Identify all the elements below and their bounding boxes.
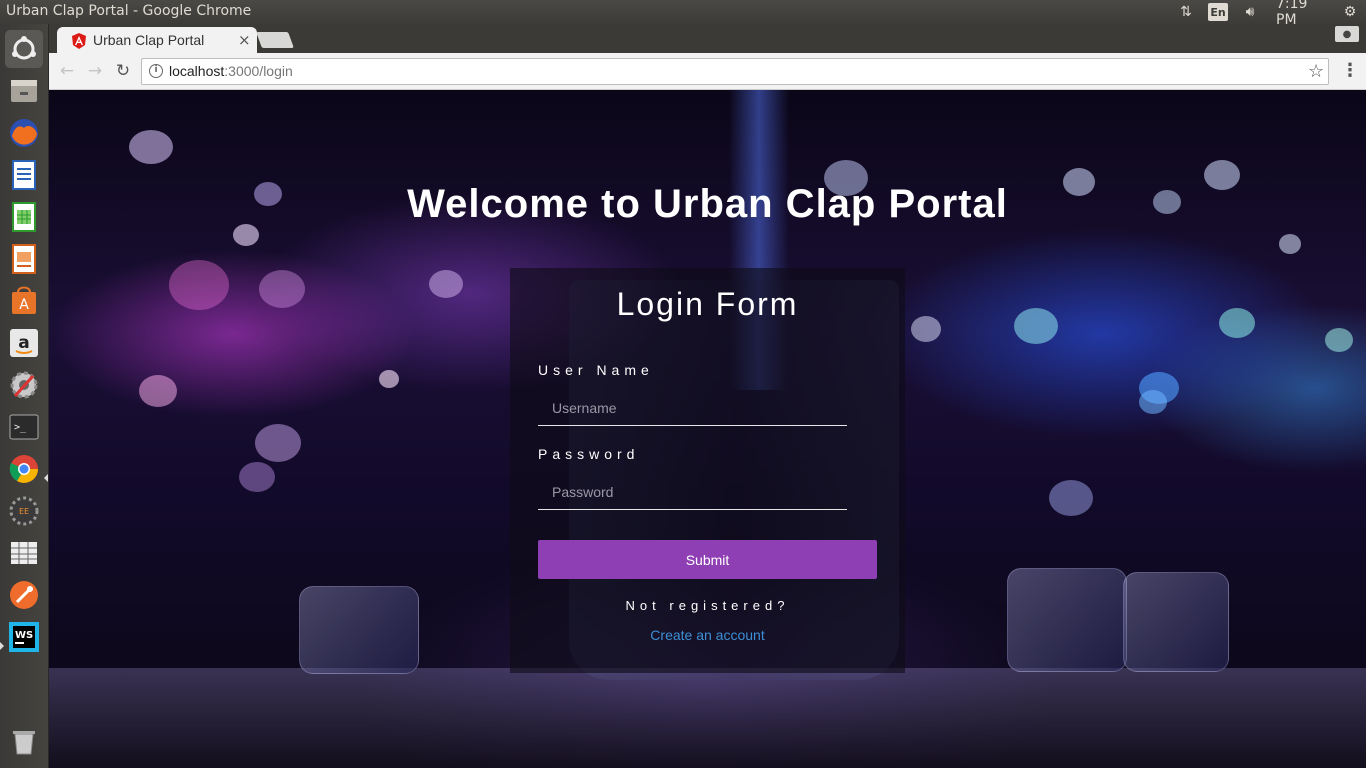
files-icon[interactable] [5,72,43,110]
bokeh-light [239,462,275,492]
bokeh-light [1049,480,1093,516]
bokeh-light [259,270,305,308]
ice-cube [1007,568,1127,672]
page-title: Welcome to Urban Clap Portal [407,182,1008,226]
software-center-icon[interactable]: A [5,282,43,320]
system-settings-icon[interactable] [5,366,43,404]
eclipse-java-ee-icon[interactable]: EE [5,492,43,530]
libreoffice-writer-icon[interactable] [5,156,43,194]
svg-text:EE: EE [19,507,29,516]
password-label: Password [538,446,640,462]
postman-icon[interactable] [5,576,43,614]
bokeh-light [379,370,399,388]
bokeh-light [429,270,463,298]
site-info-icon[interactable]: i [149,64,163,78]
address-bar[interactable]: i localhost:3000/login ☆ [141,58,1329,85]
bokeh-light [255,424,301,462]
window-title: Urban Clap Portal - Google Chrome [6,3,252,19]
svg-text:WS: WS [15,630,33,641]
url-text[interactable]: localhost:3000/login [169,63,293,79]
svg-text:>_: >_ [14,422,27,433]
url-path: :3000/login [224,63,293,79]
tab-strip: Urban Clap Portal × ● [49,24,1366,54]
form-title: Login Form [616,286,799,322]
login-form: Login Form User Name Password Submit Not… [510,268,905,673]
network-icon[interactable]: ⇅ [1176,3,1196,21]
profile-icon[interactable]: ● [1335,26,1359,42]
keyboard-language-icon[interactable]: En [1208,3,1228,21]
running-indicator [0,642,4,650]
bookmark-star-icon[interactable]: ☆ [1308,61,1324,82]
submit-button[interactable]: Submit [538,540,877,579]
browser-window: Urban Clap Portal × ● ← → ↻ i localhost:… [49,24,1366,90]
clock[interactable]: 7:19 PM [1276,0,1332,28]
top-panel: Urban Clap Portal - Google Chrome ⇅ En 🔊… [0,0,1366,28]
username-input[interactable] [538,390,847,426]
active-window-indicator [44,474,48,482]
libreoffice-calc-icon[interactable] [5,198,43,236]
bokeh-light [911,316,941,342]
ice-cube [1123,572,1229,672]
not-registered-text: Not registered? [625,598,790,613]
amazon-icon[interactable]: a [5,324,43,362]
tab-title: Urban Clap Portal [93,32,205,48]
bokeh-light [1014,308,1058,344]
angular-favicon-icon [72,33,86,49]
bokeh-light [139,375,177,407]
back-button[interactable]: ← [57,61,77,81]
ubuntu-dash-icon[interactable] [5,30,43,68]
svg-text:a: a [18,333,29,353]
settings-gear-icon[interactable]: ⚙ [1339,3,1361,21]
bokeh-light [129,130,173,164]
bokeh-light [1219,308,1255,338]
firefox-icon[interactable] [5,114,43,152]
webstorm-icon[interactable]: WS [5,618,43,656]
bokeh-light [169,260,229,310]
bokeh-light [1139,390,1167,414]
ice-cube [299,586,419,674]
tab-close-icon[interactable]: × [238,31,251,49]
chrome-menu-icon[interactable]: ⋮ [1341,60,1359,81]
url-host: localhost [169,63,225,79]
libreoffice-impress-icon[interactable] [5,240,43,278]
launcher: A a >_ EE WS [0,24,49,768]
create-account-link[interactable]: Create an account [510,627,905,643]
workspace-switcher-icon[interactable] [5,534,43,572]
tab-urban-clap-portal[interactable]: Urban Clap Portal × [57,27,257,54]
new-tab-button[interactable] [256,32,294,48]
chrome-icon[interactable] [5,450,43,488]
bokeh-light [1279,234,1301,254]
browser-toolbar: ← → ↻ i localhost:3000/login ☆ ⋮ [49,53,1366,90]
table-reflection [49,668,1366,768]
reload-button[interactable]: ↻ [113,61,133,81]
bokeh-light [1325,328,1353,352]
forward-button[interactable]: → [85,61,105,81]
volume-icon[interactable]: 🔊︎ [1239,3,1261,21]
trash-icon[interactable] [5,722,43,760]
terminal-icon[interactable]: >_ [5,408,43,446]
svg-text:A: A [19,297,29,313]
page-background: Welcome to Urban Clap Portal Login Form … [49,90,1366,768]
bokeh-light [233,224,259,246]
username-label: User Name [538,362,654,378]
password-input[interactable] [538,474,847,510]
